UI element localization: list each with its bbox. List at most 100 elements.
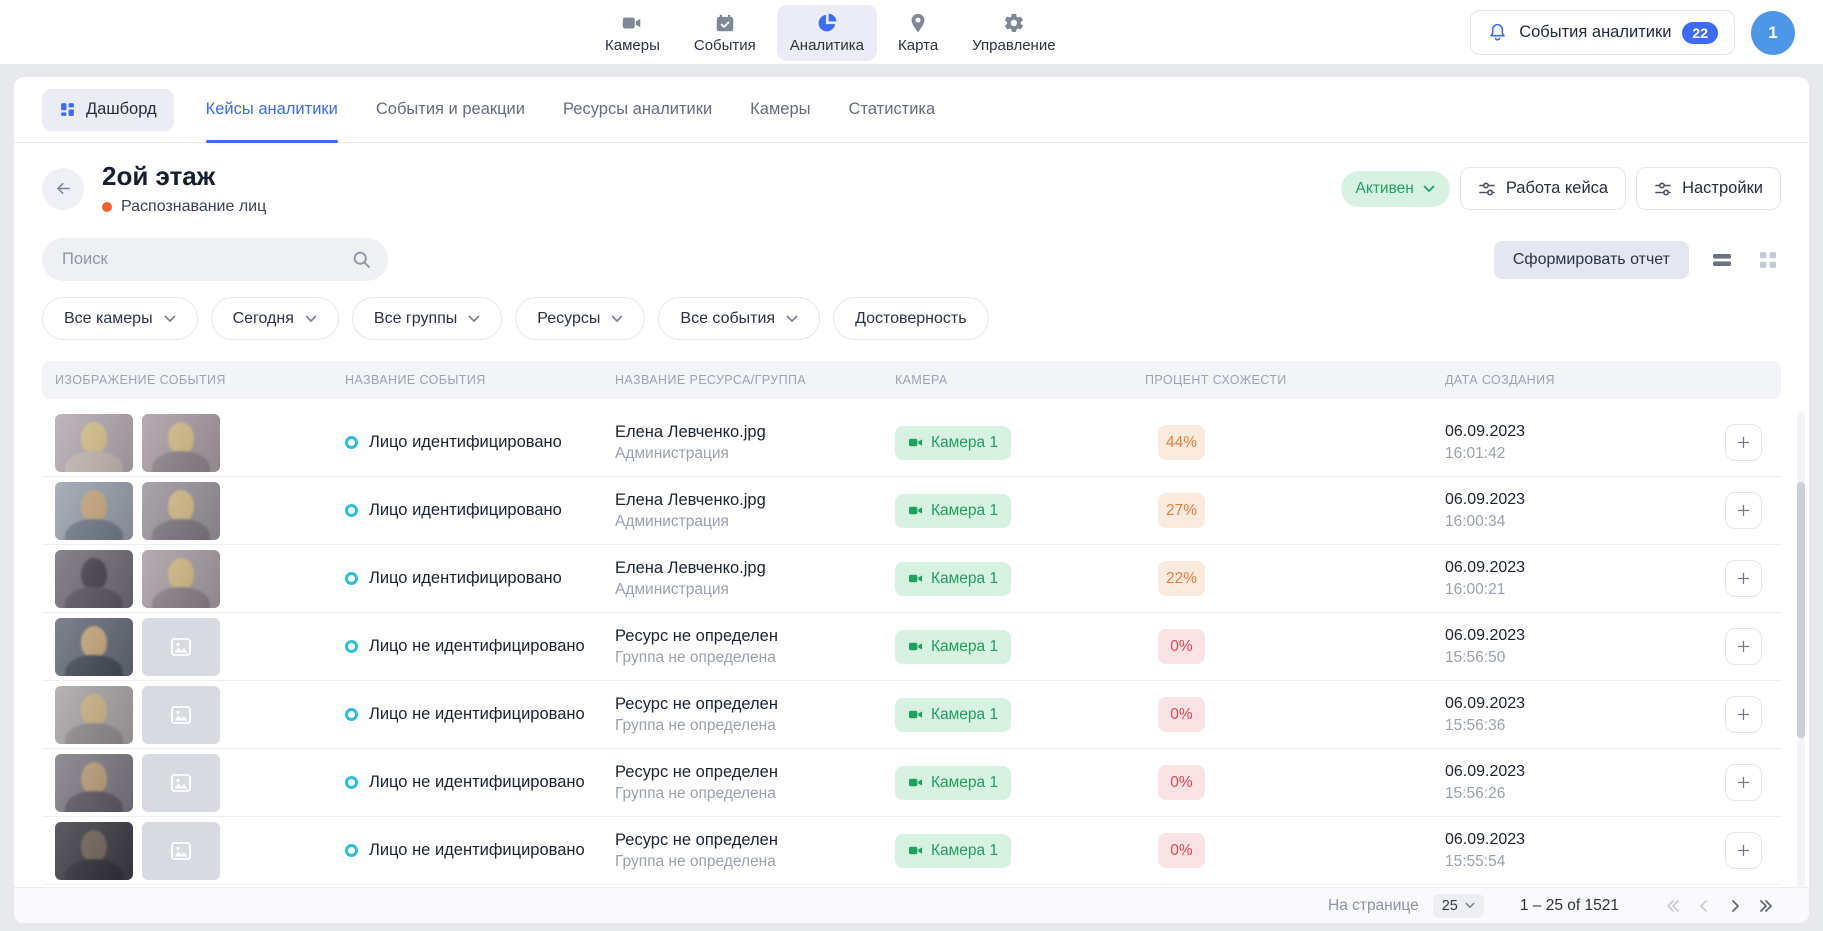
resource-group: Группа не определена bbox=[615, 785, 778, 803]
add-button[interactable] bbox=[1725, 492, 1762, 529]
event-snapshot[interactable] bbox=[142, 414, 220, 472]
event-snapshot[interactable] bbox=[142, 550, 220, 608]
nav-item-cameras[interactable]: Камеры bbox=[592, 5, 673, 61]
actions-cell bbox=[1694, 832, 1781, 869]
prev-page-button[interactable] bbox=[1690, 892, 1717, 919]
photo-overlay bbox=[55, 822, 133, 880]
event-snapshot[interactable] bbox=[55, 822, 133, 880]
event-snapshot[interactable] bbox=[55, 550, 133, 608]
tab-events-reactions[interactable]: События и реакции bbox=[376, 77, 525, 143]
toolbar: Сформировать отчет bbox=[14, 238, 1809, 281]
date-value: 06.09.2023 bbox=[1445, 695, 1525, 713]
resource-cell: Ресурс не определенГруппа не определена bbox=[602, 695, 882, 735]
camera-icon bbox=[908, 639, 923, 654]
grid-view-button[interactable] bbox=[1755, 247, 1781, 273]
filter-confidence[interactable]: Достоверность bbox=[833, 297, 988, 340]
nav-item-events[interactable]: События bbox=[681, 5, 769, 61]
event-snapshot[interactable] bbox=[55, 686, 133, 744]
settings-button[interactable]: Настройки bbox=[1636, 167, 1781, 210]
filter-all-groups[interactable]: Все группы bbox=[352, 297, 502, 340]
add-button[interactable] bbox=[1725, 424, 1762, 461]
column-header: КАМЕРА bbox=[882, 373, 1132, 387]
filter-bar: Все камеры Сегодня Все группы Ресурсы Все со… bbox=[14, 297, 1809, 340]
chevron-down-icon bbox=[1465, 902, 1475, 909]
time-value: 15:56:50 bbox=[1445, 649, 1525, 667]
event-name: Лицо идентифицировано bbox=[369, 433, 562, 452]
scrollbar-thumb[interactable] bbox=[1797, 482, 1805, 738]
resource-name: Елена Левченко.jpg bbox=[615, 423, 766, 442]
time-value: 16:00:21 bbox=[1445, 581, 1525, 599]
camera-name: Камера 1 bbox=[931, 706, 998, 724]
add-button[interactable] bbox=[1725, 832, 1762, 869]
tab-dashboard[interactable]: Дашборд bbox=[42, 89, 174, 131]
camera-chip[interactable]: Камера 1 bbox=[895, 494, 1011, 528]
add-button[interactable] bbox=[1725, 628, 1762, 665]
tab-analytics-resources[interactable]: Ресурсы аналитики bbox=[563, 77, 712, 143]
resource-name: Ресурс не определен bbox=[615, 627, 778, 646]
camera-chip[interactable]: Камера 1 bbox=[895, 630, 1011, 664]
filter-all-cameras[interactable]: Все камеры bbox=[42, 297, 198, 340]
status-dropdown[interactable]: Активен bbox=[1341, 171, 1450, 207]
image-icon bbox=[169, 771, 193, 795]
camera-chip[interactable]: Камера 1 bbox=[895, 698, 1011, 732]
tab-cameras[interactable]: Камеры bbox=[750, 77, 810, 143]
last-page-button[interactable] bbox=[1752, 892, 1779, 919]
back-button[interactable] bbox=[42, 168, 84, 210]
resource-wrap: Елена Левченко.jpgАдминистрация bbox=[615, 423, 766, 463]
camera-chip[interactable]: Камера 1 bbox=[895, 562, 1011, 596]
nav-item-management[interactable]: Управление bbox=[959, 5, 1068, 61]
camera-name: Камера 1 bbox=[931, 638, 998, 656]
event-snapshot[interactable] bbox=[55, 414, 133, 472]
camera-icon bbox=[908, 435, 923, 450]
event-name-cell: Лицо не идентифицировано bbox=[332, 841, 602, 860]
camera-chip[interactable]: Камера 1 bbox=[895, 766, 1011, 800]
tab-analytics-cases[interactable]: Кейсы аналитики bbox=[206, 77, 338, 143]
avatar[interactable]: 1 bbox=[1751, 11, 1795, 55]
analytics-events-button[interactable]: События аналитики 22 bbox=[1470, 10, 1735, 55]
date-cell: 06.09.202315:56:36 bbox=[1432, 695, 1694, 735]
add-button[interactable] bbox=[1725, 560, 1762, 597]
camera-icon bbox=[908, 707, 923, 722]
camera-chip[interactable]: Камера 1 bbox=[895, 834, 1011, 868]
event-snapshot[interactable] bbox=[55, 618, 133, 676]
tab-statistics[interactable]: Статистика bbox=[849, 77, 936, 143]
event-snapshot[interactable] bbox=[55, 482, 133, 540]
camera-name: Камера 1 bbox=[931, 434, 998, 452]
list-view-button[interactable] bbox=[1709, 247, 1735, 273]
filter-all-events[interactable]: Все события bbox=[658, 297, 820, 340]
photo-overlay bbox=[55, 618, 133, 676]
column-header: ИЗОБРАЖЕНИЕ СОБЫТИЯ bbox=[42, 373, 332, 387]
event-name-cell: Лицо идентифицировано bbox=[332, 501, 602, 520]
filter-resources[interactable]: Ресурсы bbox=[515, 297, 645, 340]
tabs: Дашборд Кейсы аналитики События и реакции… bbox=[14, 77, 1809, 143]
actions-cell bbox=[1694, 492, 1781, 529]
table-row: Лицо не идентифицированоРесурс не опреде… bbox=[42, 749, 1781, 817]
event-snapshot[interactable] bbox=[55, 754, 133, 812]
generate-report-button[interactable]: Сформировать отчет bbox=[1494, 241, 1689, 279]
nav-item-analytics[interactable]: Аналитика bbox=[777, 5, 877, 61]
event-snapshot[interactable] bbox=[142, 482, 220, 540]
add-button[interactable] bbox=[1725, 764, 1762, 801]
event-images-cell bbox=[42, 482, 332, 540]
nav-item-map[interactable]: Карта bbox=[885, 5, 951, 61]
photo-overlay bbox=[55, 754, 133, 812]
first-page-button[interactable] bbox=[1659, 892, 1686, 919]
resource-wrap: Ресурс не определенГруппа не определена bbox=[615, 627, 778, 667]
event-images-cell bbox=[42, 822, 332, 880]
per-page-select[interactable]: 25 bbox=[1433, 894, 1484, 918]
resource-cell: Елена Левченко.jpgАдминистрация bbox=[602, 559, 882, 599]
table-row: Лицо не идентифицированоРесурс не опреде… bbox=[42, 681, 1781, 749]
add-button[interactable] bbox=[1725, 696, 1762, 733]
filter-today[interactable]: Сегодня bbox=[211, 297, 339, 340]
image-icon bbox=[169, 703, 193, 727]
tab-list: Кейсы аналитики События и реакции Ресурсы … bbox=[206, 77, 936, 142]
percent-cell: 0% bbox=[1132, 629, 1432, 664]
next-page-button[interactable] bbox=[1721, 892, 1748, 919]
case-work-button[interactable]: Работа кейса bbox=[1460, 167, 1626, 210]
page-head: 2ой этаж Распознавание лиц Активен Работ… bbox=[14, 161, 1809, 216]
camera-chip[interactable]: Камера 1 bbox=[895, 426, 1011, 460]
event-name: Лицо не идентифицировано bbox=[369, 637, 585, 656]
search-input[interactable] bbox=[42, 238, 388, 281]
similarity-badge: 0% bbox=[1158, 833, 1205, 868]
event-images-cell bbox=[42, 550, 332, 608]
